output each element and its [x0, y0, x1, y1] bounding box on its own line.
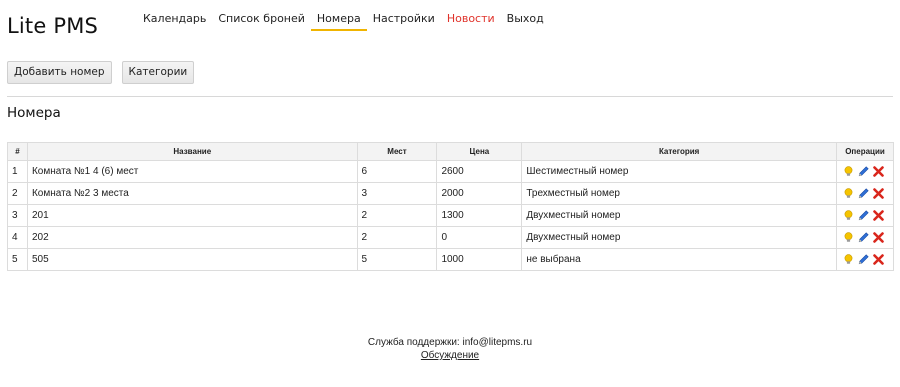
delete-icon[interactable]	[873, 210, 884, 221]
support-text: Служба поддержки: info@litepms.ru	[367, 337, 533, 348]
cell-category: Двухместный номер	[521, 226, 837, 249]
cell-operations	[835, 204, 895, 227]
cell-name: 505	[26, 248, 358, 271]
discussion-link[interactable]: Обсуждение	[421, 349, 479, 362]
cell-category: Шестиместный номер	[521, 160, 837, 183]
action-bar: Добавить номер Категории	[7, 61, 195, 84]
table-row: 3 201 2 1300 Двухместный номер	[7, 204, 895, 227]
lightbulb-icon[interactable]	[843, 188, 854, 199]
add-room-button[interactable]: Добавить номер	[7, 61, 112, 84]
cell-category: Двухместный номер	[521, 204, 837, 227]
cell-num: 3	[7, 204, 28, 227]
table-row: 1 Комната №1 4 (6) мест 6 2600 Шестимест…	[7, 160, 895, 183]
cell-price: 0	[436, 226, 523, 249]
cell-num: 2	[7, 182, 28, 205]
table-header-row: # Название Мест Цена Категория Операции	[7, 142, 895, 161]
table-row: 2 Комната №2 3 места 3 2000 Трехместный …	[7, 182, 895, 205]
lightbulb-icon[interactable]	[843, 166, 854, 177]
header-price: Цена	[436, 142, 523, 161]
cell-operations	[835, 160, 895, 183]
lightbulb-icon[interactable]	[843, 232, 854, 243]
cell-name: Комната №1 4 (6) мест	[26, 160, 358, 183]
delete-icon[interactable]	[873, 188, 884, 199]
cell-name: 202	[26, 226, 358, 249]
cell-seats: 2	[356, 204, 438, 227]
cell-price: 1000	[436, 248, 523, 271]
cell-operations	[835, 182, 895, 205]
delete-icon[interactable]	[873, 166, 884, 177]
header-name: Название	[26, 142, 358, 161]
footer: Служба поддержки: info@litepms.ru Обсужд…	[0, 336, 900, 362]
table-row: 4 202 2 0 Двухместный номер	[7, 226, 895, 249]
app-logo: Lite PMS	[7, 14, 99, 38]
cell-seats: 2	[356, 226, 438, 249]
nav-calendar[interactable]: Календарь	[137, 11, 212, 31]
cell-num: 5	[7, 248, 28, 271]
pencil-icon[interactable]	[858, 254, 869, 265]
pencil-icon[interactable]	[858, 188, 869, 199]
categories-button[interactable]: Категории	[121, 61, 195, 84]
header-seats: Мест	[356, 142, 438, 161]
main-nav: Календарь Список броней Номера Настройки…	[137, 11, 550, 31]
header-num: #	[7, 142, 28, 161]
nav-settings[interactable]: Настройки	[367, 11, 441, 31]
cell-price: 2600	[436, 160, 523, 183]
cell-category: не выбрана	[521, 248, 837, 271]
cell-seats: 5	[356, 248, 438, 271]
cell-price: 1300	[436, 204, 523, 227]
cell-num: 1	[7, 160, 28, 183]
cell-operations	[835, 226, 895, 249]
nav-logout[interactable]: Выход	[501, 11, 550, 31]
divider	[7, 96, 893, 97]
nav-news[interactable]: Новости	[441, 11, 501, 31]
lightbulb-icon[interactable]	[843, 254, 854, 265]
cell-price: 2000	[436, 182, 523, 205]
lightbulb-icon[interactable]	[843, 210, 854, 221]
cell-operations	[835, 248, 895, 271]
header-category: Категория	[521, 142, 837, 161]
cell-name: Комната №2 3 места	[26, 182, 358, 205]
nav-rooms[interactable]: Номера	[310, 11, 367, 31]
delete-icon[interactable]	[873, 232, 884, 243]
header-operations: Операции	[835, 142, 895, 161]
cell-name: 201	[26, 204, 358, 227]
page-title: Номера	[7, 105, 61, 121]
cell-num: 4	[7, 226, 28, 249]
pencil-icon[interactable]	[858, 232, 869, 243]
nav-bookings-list[interactable]: Список броней	[212, 11, 311, 31]
rooms-table: # Название Мест Цена Категория Операции …	[7, 142, 895, 271]
cell-category: Трехместный номер	[521, 182, 837, 205]
delete-icon[interactable]	[873, 254, 884, 265]
pencil-icon[interactable]	[858, 210, 869, 221]
pencil-icon[interactable]	[858, 166, 869, 177]
cell-seats: 6	[356, 160, 438, 183]
table-row: 5 505 5 1000 не выбрана	[7, 248, 895, 271]
cell-seats: 3	[356, 182, 438, 205]
